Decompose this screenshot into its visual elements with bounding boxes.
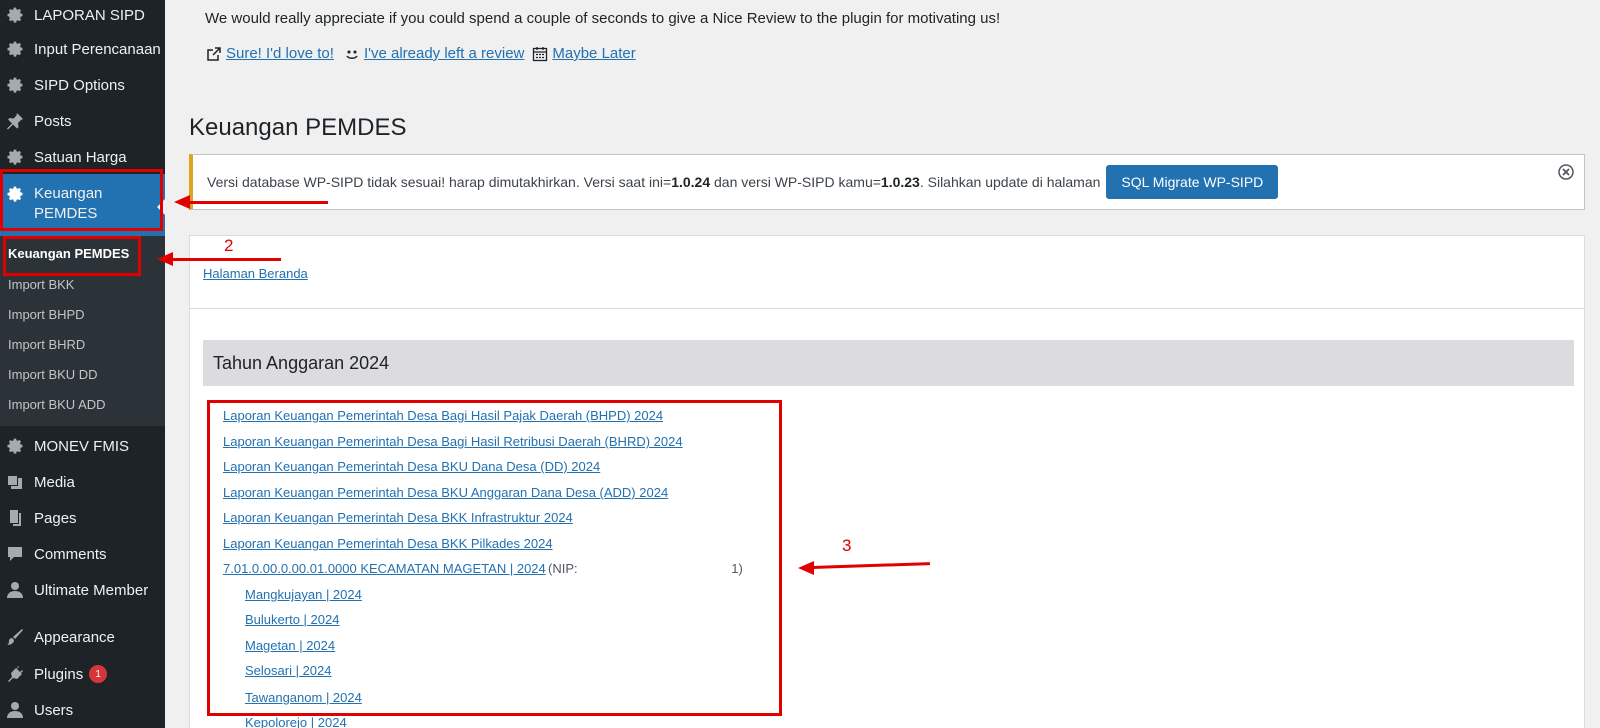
notice-text-c: . Silahkan update di halaman bbox=[919, 174, 1101, 190]
comment-icon bbox=[5, 544, 25, 564]
menu-label: SIPD Options bbox=[34, 76, 125, 94]
menu-label: Pages bbox=[34, 509, 77, 527]
notice-text-a: Versi database WP-SIPD tidak sesuai! har… bbox=[207, 174, 672, 190]
menu-label: Users bbox=[34, 701, 74, 719]
gear-icon bbox=[5, 436, 25, 456]
annotation-arrow-1 bbox=[185, 201, 328, 204]
notice-text-b: dan versi WP-SIPD kamu= bbox=[710, 174, 881, 190]
menu-satuan-harga[interactable]: Satuan Harga bbox=[0, 144, 165, 170]
user-icon bbox=[5, 700, 25, 720]
gear-icon bbox=[5, 147, 25, 167]
menu-sipd-options[interactable]: SIPD Options bbox=[0, 72, 165, 98]
review-later-link[interactable]: Maybe Later bbox=[552, 45, 635, 62]
page-title: Keuangan PEMDES bbox=[189, 114, 407, 141]
menu-label: Plugins bbox=[34, 665, 84, 683]
divider bbox=[190, 308, 1584, 309]
gear-icon bbox=[5, 39, 25, 59]
annotation-box-menu bbox=[0, 169, 163, 231]
submenu-import-bkk[interactable]: Import BKK bbox=[8, 277, 74, 292]
menu-media[interactable]: Media bbox=[0, 469, 165, 495]
submenu-import-bku-add[interactable]: Import BKU ADD bbox=[8, 397, 106, 412]
menu-comments[interactable]: Comments bbox=[0, 541, 165, 567]
plugin-update-badge: 1 bbox=[89, 665, 108, 683]
submenu-import-bhpd[interactable]: Import BHPD bbox=[8, 307, 85, 322]
annotation-arrowhead-2 bbox=[157, 252, 173, 266]
menu-ultimate-member[interactable]: Ultimate Member bbox=[0, 577, 165, 603]
external-link-icon bbox=[206, 46, 222, 62]
menu-monev-fmis[interactable]: MONEV FMIS bbox=[0, 433, 165, 459]
annotation-arrowhead-3 bbox=[798, 561, 814, 575]
menu-label: Media bbox=[34, 473, 75, 491]
review-request-text: We would really appreciate if you could … bbox=[205, 10, 1001, 27]
gear-icon bbox=[5, 5, 25, 25]
menu-users[interactable]: Users bbox=[0, 697, 165, 723]
menu-plugins[interactable]: Plugins 1 bbox=[0, 661, 165, 687]
media-icon bbox=[5, 472, 25, 492]
review-already-link[interactable]: I've already left a review bbox=[364, 45, 524, 62]
plugin-icon bbox=[5, 664, 25, 684]
calendar-icon bbox=[532, 46, 548, 62]
submenu-import-bhrd[interactable]: Import BHRD bbox=[8, 337, 85, 352]
smile-icon bbox=[344, 46, 360, 62]
sql-migrate-button[interactable]: SQL Migrate WP-SIPD bbox=[1106, 165, 1279, 199]
annotation-arrowhead-1 bbox=[174, 195, 190, 209]
menu-pages[interactable]: Pages bbox=[0, 505, 165, 531]
menu-label: MONEV FMIS bbox=[34, 437, 130, 455]
desa-link[interactable]: Kepolorejo | 2024 bbox=[245, 715, 347, 728]
notice-user-version: 1.0.23 bbox=[880, 174, 920, 190]
year-header: Tahun Anggaran 2024 bbox=[203, 340, 1574, 386]
annotation-arrow-2 bbox=[170, 258, 281, 261]
menu-label: Posts bbox=[34, 112, 72, 130]
notice-text: Versi database WP-SIPD tidak sesuai! har… bbox=[207, 174, 1100, 190]
menu-label: Appearance bbox=[34, 628, 115, 646]
menu-label: Satuan Harga bbox=[34, 148, 127, 166]
pin-icon bbox=[5, 111, 25, 131]
submenu-import-bku-dd[interactable]: Import BKU DD bbox=[8, 367, 98, 382]
menu-label: LAPORAN SIPD bbox=[34, 6, 145, 24]
brush-icon bbox=[5, 627, 25, 647]
user-icon bbox=[5, 580, 25, 600]
annotation-number-3: 3 bbox=[842, 536, 852, 555]
menu-input-perencanaan[interactable]: Input Perencanaan bbox=[0, 36, 165, 62]
menu-label: Input Perencanaan bbox=[34, 40, 161, 58]
home-link[interactable]: Halaman Beranda bbox=[203, 266, 308, 281]
annotation-box-submenu bbox=[3, 236, 141, 276]
menu-label: Comments bbox=[34, 545, 107, 563]
menu-laporan-sipd[interactable]: LAPORAN SIPD bbox=[0, 2, 165, 28]
review-links: Sure! I'd love to! I've already left a r… bbox=[206, 45, 636, 62]
version-notice: Versi database WP-SIPD tidak sesuai! har… bbox=[189, 154, 1585, 210]
pages-icon bbox=[5, 508, 25, 528]
menu-appearance[interactable]: Appearance bbox=[0, 624, 165, 650]
review-sure-link[interactable]: Sure! I'd love to! bbox=[226, 45, 334, 62]
dismiss-icon[interactable] bbox=[1558, 164, 1574, 180]
gear-icon bbox=[5, 75, 25, 95]
menu-posts[interactable]: Posts bbox=[0, 108, 165, 134]
admin-sidebar: LAPORAN SIPD Input Perencanaan SIPD Opti… bbox=[0, 0, 165, 728]
annotation-number-2: 2 bbox=[224, 236, 234, 255]
annotation-box-reports bbox=[207, 400, 782, 716]
notice-current-version: 1.0.24 bbox=[671, 174, 711, 190]
menu-label: Ultimate Member bbox=[34, 581, 149, 599]
